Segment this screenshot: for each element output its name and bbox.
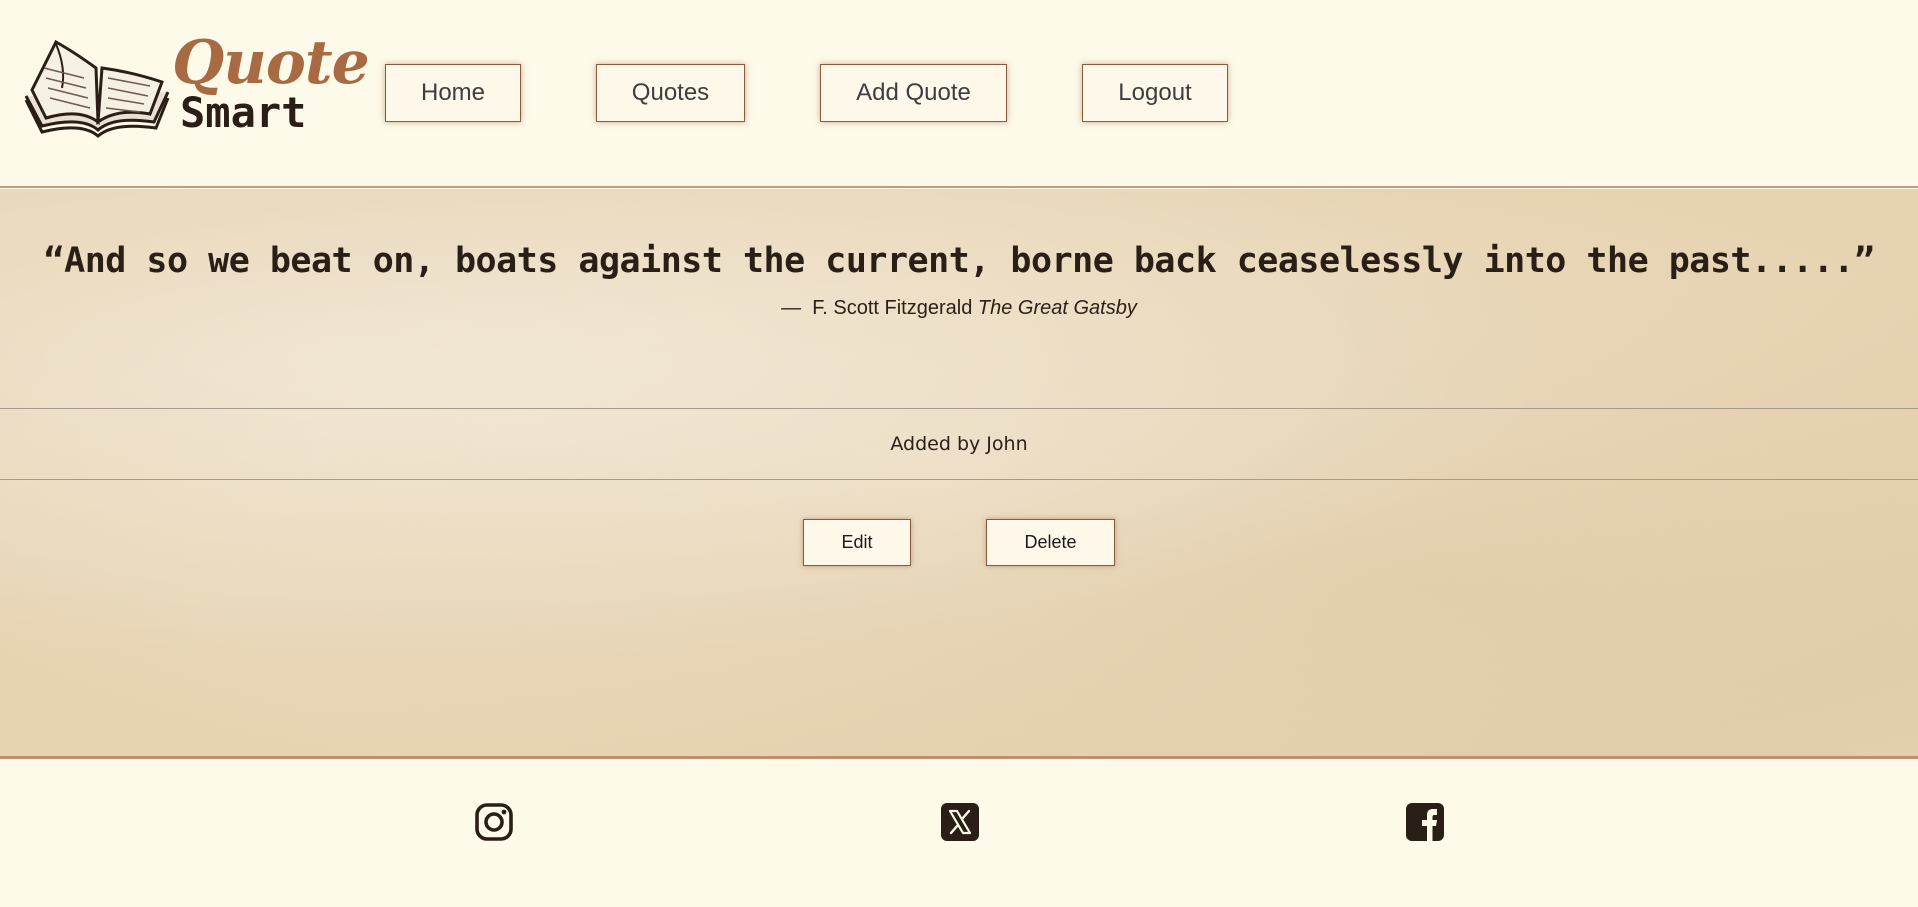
site-header: Quote Smart Home Quotes Add Quote Logout bbox=[0, 0, 1918, 188]
quote-card: “And so we beat on, boats against the cu… bbox=[0, 189, 1918, 759]
delete-button[interactable]: Delete bbox=[986, 519, 1115, 566]
attribution-dash: — bbox=[781, 297, 802, 319]
site-footer bbox=[0, 762, 1918, 907]
x-twitter-icon[interactable] bbox=[940, 802, 980, 842]
added-by-label: Added by John bbox=[890, 433, 1028, 455]
facebook-icon[interactable] bbox=[1405, 802, 1445, 842]
logo-word-smart: Smart bbox=[180, 88, 307, 137]
nav-add-quote-button[interactable]: Add Quote bbox=[820, 64, 1007, 122]
divider-top bbox=[0, 408, 1918, 409]
nav-home-button[interactable]: Home bbox=[385, 64, 521, 122]
quote-book-title: The Great Gatsby bbox=[977, 297, 1137, 319]
open-book-icon bbox=[24, 39, 170, 138]
divider-bottom bbox=[0, 479, 1918, 480]
quote-author: F. Scott Fitzgerald bbox=[812, 297, 973, 319]
instagram-icon[interactable] bbox=[474, 802, 514, 842]
site-logo[interactable]: Quote Smart bbox=[22, 28, 370, 139]
edit-button[interactable]: Edit bbox=[803, 519, 911, 566]
nav-logout-button[interactable]: Logout bbox=[1082, 64, 1228, 122]
quote-text: “And so we beat on, boats against the cu… bbox=[43, 241, 1875, 281]
quote-attribution: — F. Scott Fitzgerald The Great Gatsby bbox=[0, 297, 1918, 320]
nav-quotes-button[interactable]: Quotes bbox=[596, 64, 745, 122]
